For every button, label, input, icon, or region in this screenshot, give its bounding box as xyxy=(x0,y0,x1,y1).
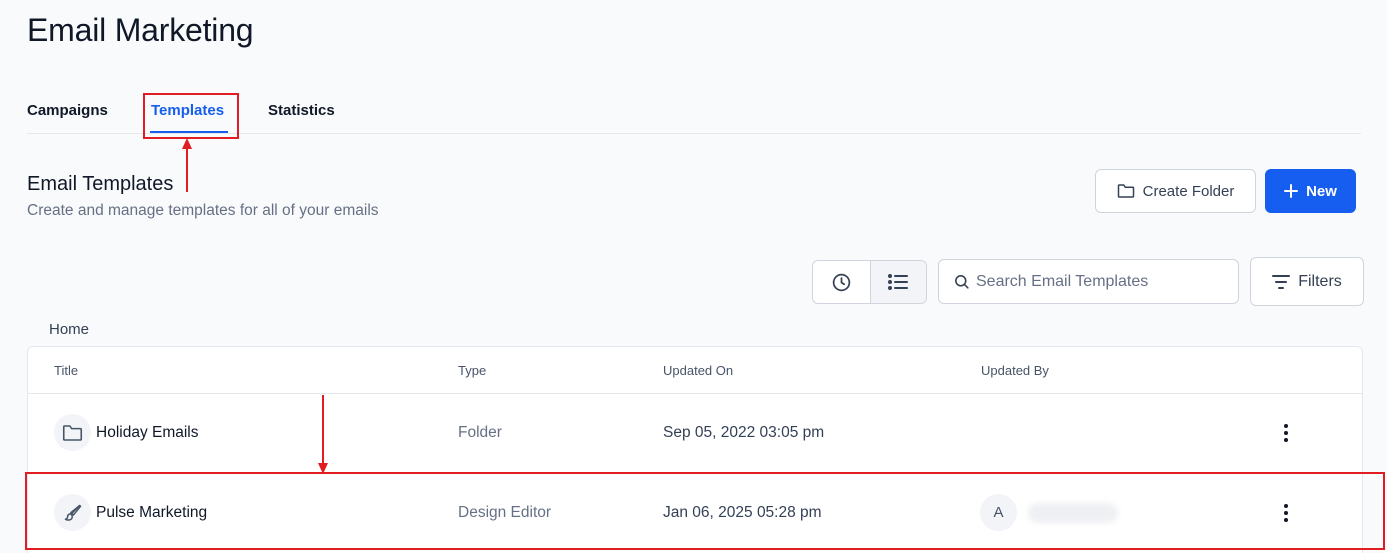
view-toggle xyxy=(812,260,927,304)
avatar: A xyxy=(980,494,1017,531)
folder-icon xyxy=(62,424,83,441)
templates-table: Title Type Updated On Updated By Holiday… xyxy=(27,346,1363,553)
row-type: Design Editor xyxy=(458,504,552,521)
search-box xyxy=(938,259,1239,304)
search-icon xyxy=(955,275,969,289)
section-title: Email Templates xyxy=(27,173,174,195)
redacted-user-name xyxy=(1028,503,1118,523)
filters-label: Filters xyxy=(1298,272,1342,290)
breadcrumb[interactable]: Home xyxy=(49,321,89,338)
row-more-options-button[interactable] xyxy=(1274,419,1298,447)
row-icon-wrapper xyxy=(54,494,91,531)
row-more-options-button[interactable] xyxy=(1274,499,1298,527)
tab-statistics[interactable]: Statistics xyxy=(268,102,335,119)
more-vertical-icon xyxy=(1284,424,1288,442)
row-updated-on: Jan 06, 2025 05:28 pm xyxy=(663,504,822,521)
table-row[interactable]: Holiday Emails Folder Sep 05, 2022 03:05… xyxy=(28,394,1362,474)
column-header-type[interactable]: Type xyxy=(458,363,486,378)
section-subtitle: Create and manage templates for all of y… xyxy=(27,202,379,219)
tab-campaigns[interactable]: Campaigns xyxy=(27,102,108,119)
tab-templates[interactable]: Templates xyxy=(151,102,224,119)
annotation-arrow-line xyxy=(186,148,188,192)
new-label: New xyxy=(1306,182,1337,200)
column-header-updated-by[interactable]: Updated By xyxy=(981,363,1049,378)
create-folder-label: Create Folder xyxy=(1142,182,1235,200)
row-title[interactable]: Pulse Marketing xyxy=(96,504,207,522)
annotation-arrow-line xyxy=(322,395,324,465)
more-vertical-icon xyxy=(1284,504,1288,522)
column-header-updated-on[interactable]: Updated On xyxy=(663,363,733,378)
filter-icon xyxy=(1272,274,1291,289)
list-view-button[interactable] xyxy=(869,261,926,303)
arrow-head-down-icon xyxy=(318,463,328,474)
active-tab-indicator xyxy=(150,131,228,133)
brush-icon xyxy=(64,504,81,521)
row-title[interactable]: Holiday Emails xyxy=(96,424,199,442)
column-header-title[interactable]: Title xyxy=(54,363,78,378)
row-updated-on: Sep 05, 2022 03:05 pm xyxy=(663,424,825,441)
table-row[interactable]: Pulse Marketing Design Editor Jan 06, 20… xyxy=(28,474,1362,553)
filters-button[interactable]: Filters xyxy=(1250,257,1364,306)
plus-icon xyxy=(1284,184,1299,198)
create-folder-button[interactable]: Create Folder xyxy=(1095,169,1256,213)
list-icon xyxy=(888,274,909,290)
table-header: Title Type Updated On Updated By xyxy=(28,347,1362,394)
row-icon-wrapper xyxy=(54,414,91,451)
folder-icon xyxy=(1117,184,1134,198)
search-input[interactable] xyxy=(976,272,1226,291)
row-type: Folder xyxy=(458,424,502,441)
tab-bar: Campaigns Templates Statistics xyxy=(27,96,1361,134)
new-template-button[interactable]: New xyxy=(1265,169,1356,213)
arrow-head-up-icon xyxy=(182,138,192,149)
recent-view-button[interactable] xyxy=(813,261,870,303)
clock-icon xyxy=(832,273,850,291)
page-title: Email Marketing xyxy=(27,12,254,48)
